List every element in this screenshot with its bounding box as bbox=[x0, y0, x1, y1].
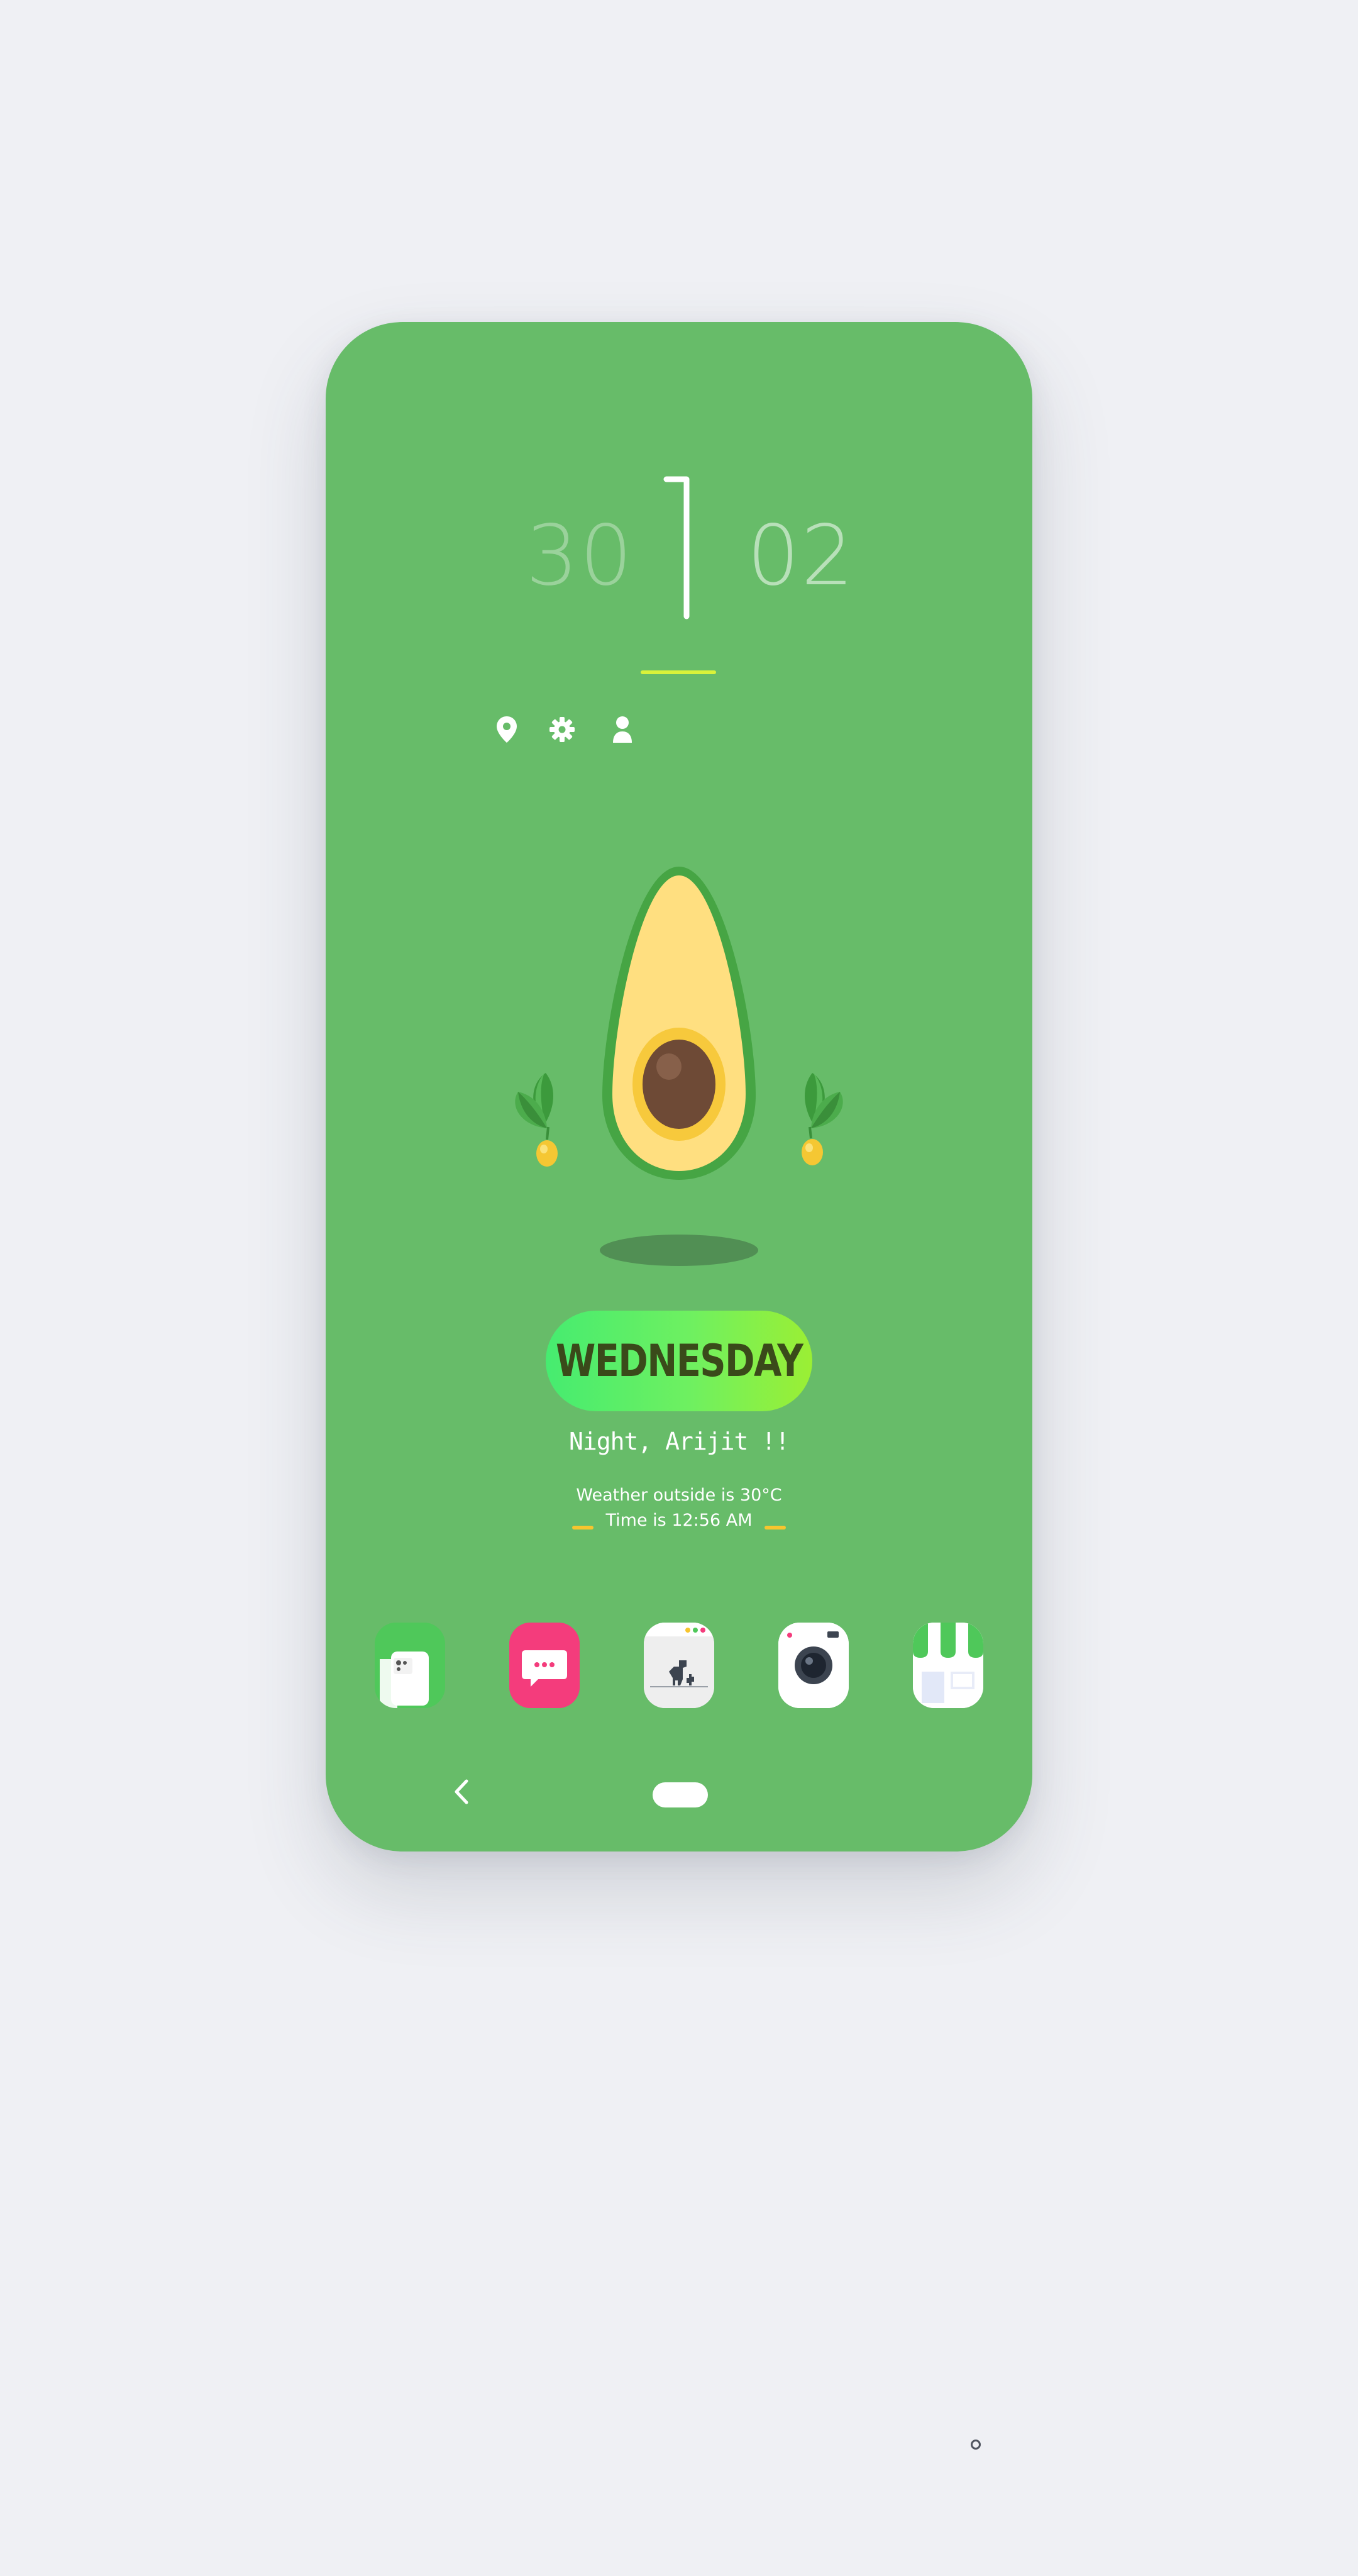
time-text: Time is 12:56 AM bbox=[605, 1511, 753, 1530]
location-pin-icon[interactable] bbox=[488, 711, 526, 748]
day-of-week-badge[interactable]: WEDNESDAY bbox=[546, 1311, 812, 1411]
home-button[interactable] bbox=[653, 1782, 708, 1807]
phone-app-icon[interactable] bbox=[375, 1623, 445, 1708]
accent-dash-right bbox=[765, 1526, 786, 1530]
user-icon[interactable] bbox=[604, 711, 641, 748]
browser-app-icon[interactable] bbox=[644, 1623, 714, 1708]
store-app-icon[interactable] bbox=[913, 1623, 983, 1708]
quick-icons-row bbox=[326, 711, 1032, 755]
phone-screen: 30 02 WEDNESDAY Night, Arijit !! Weather… bbox=[326, 322, 1032, 1852]
weather-text: Weather outside is 30°C bbox=[576, 1485, 782, 1505]
gear-icon[interactable] bbox=[543, 711, 581, 748]
messages-app-icon[interactable] bbox=[509, 1623, 580, 1708]
camera-app-icon[interactable] bbox=[778, 1623, 849, 1708]
accent-divider bbox=[641, 670, 716, 674]
app-dock bbox=[326, 1623, 1032, 1711]
info-block: Weather outside is 30°C Time is 12:56 AM bbox=[326, 1483, 1032, 1533]
back-chevron-icon[interactable] bbox=[449, 1776, 474, 1807]
avocado-illustration bbox=[515, 867, 843, 1266]
clock-hour-glyph bbox=[663, 476, 690, 619]
clock-widget[interactable]: 30 02 bbox=[326, 460, 1032, 624]
clock-day-number: 02 bbox=[747, 508, 855, 604]
ring-dot-icon bbox=[971, 2440, 981, 2450]
greeting-text: Night, Arijit !! bbox=[568, 1428, 790, 1455]
accent-dash-left bbox=[572, 1526, 593, 1530]
day-of-week-label: WEDNESDAY bbox=[555, 1335, 803, 1387]
